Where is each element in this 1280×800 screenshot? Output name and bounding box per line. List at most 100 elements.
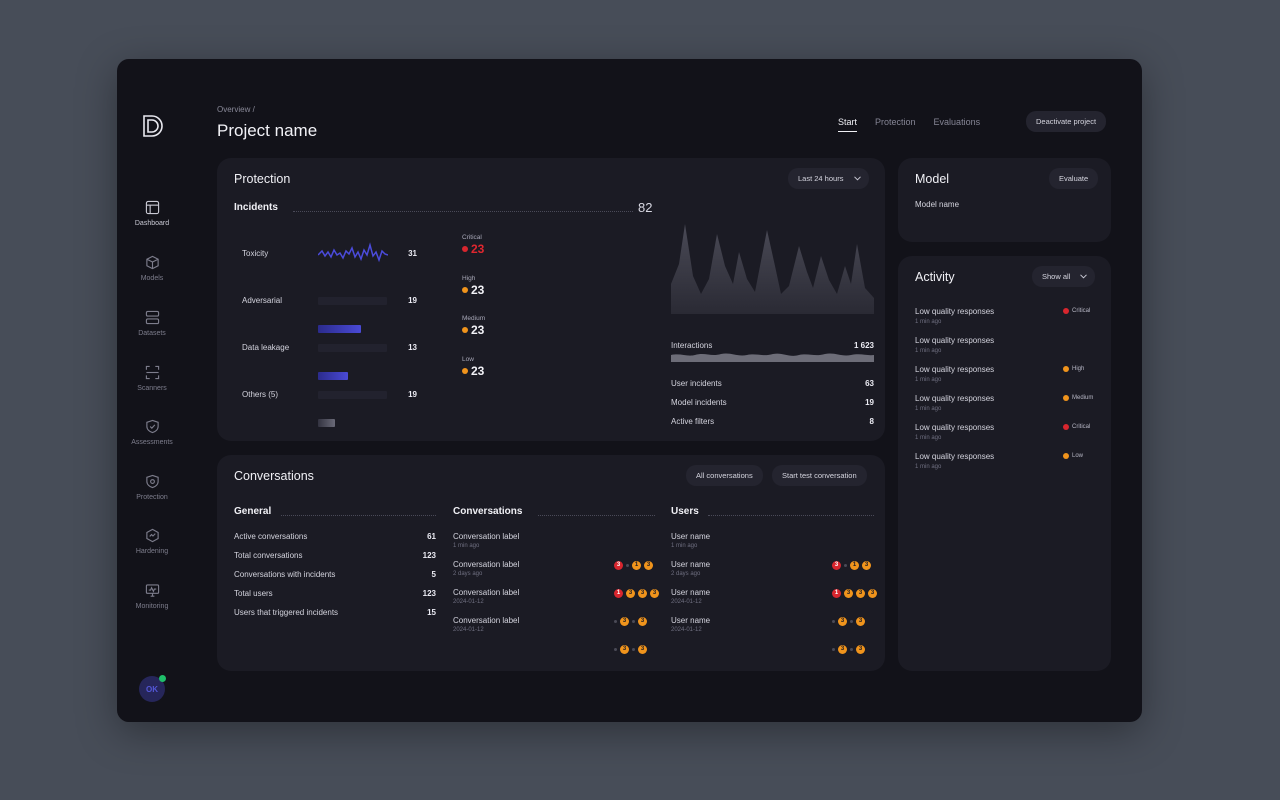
incident-count-badge: 3 [838,645,847,654]
conversation-label[interactable]: Conversation label [453,588,519,597]
severity-dot [1063,424,1069,430]
item-time: 2 days ago [453,571,483,577]
sidebar-item-monitoring[interactable]: Monitoring [117,583,187,610]
sidebar-item-protection[interactable]: Protection [117,474,187,501]
general-stat-row: Total conversations 123 [234,551,436,560]
activity-item-title[interactable]: Low quality responses [915,452,994,461]
incident-count-badge: 3 [626,589,635,598]
incident-badges: 313 [832,561,871,570]
interactions-label: Interactions [671,341,713,350]
user-name[interactable]: User name [671,616,710,625]
conversation-label[interactable]: Conversation label [453,560,519,569]
sidebar-item-scanners[interactable]: Scanners [117,365,187,392]
severity-text: Medium [1072,395,1094,401]
incident-count-badge: 1 [832,589,841,598]
all-conversations-button[interactable]: All conversations [686,465,763,486]
activity-item-time: 1 min ago [915,464,942,470]
severity-text: Critical [1072,308,1091,314]
incident-badges: 33 [832,617,865,626]
breadcrumb[interactable]: Overview / [217,105,255,114]
stat-row: Model incidents 19 [671,398,874,407]
activity-filter-select[interactable]: Show all [1032,266,1096,287]
sidebar-item-label: Hardening [135,548,169,555]
severity-text: High [1072,366,1085,372]
data-leakage-bar-fill [318,372,348,380]
activity-severity-badge: Critical [1063,308,1090,314]
conversation-label[interactable]: Conversation label [453,616,519,625]
severity-label-critical: Critical [462,234,482,241]
avatar-initials: OK [146,684,158,694]
incident-badges: 1333 [614,589,659,598]
severity-value-high: 23 [471,283,485,297]
incident-count-badge: 1 [632,561,641,570]
sidebar-item-hardening[interactable]: Hardening [117,528,187,555]
activity-item-title[interactable]: Low quality responses [915,336,994,345]
model-title: Model [915,172,950,186]
severity-dot [1063,453,1069,459]
sidebar-item-dashboard[interactable]: Dashboard [117,200,187,227]
category-value-toxicity: 31 [408,249,417,258]
activity-severity-badge: Critical [1063,424,1090,430]
activity-item-time: 1 min ago [915,435,942,441]
tab-evaluations[interactable]: Evaluations [934,117,981,132]
activity-item-title[interactable]: Low quality responses [915,394,994,403]
start-test-conversation-button[interactable]: Start test conversation [772,465,867,486]
others-bar-track [318,391,387,399]
scan-icon [145,365,159,380]
protection-card: Protection Last 24 hours Incidents 82 To… [217,158,885,441]
hexagon-icon [145,528,159,543]
high-dot [462,287,468,293]
general-stat-value: 5 [431,570,436,579]
stat-label: Model incidents [671,398,727,407]
low-dot [462,368,468,374]
item-time: 2 days ago [671,571,701,577]
monitor-icon [145,584,159,597]
protection-title: Protection [234,172,291,186]
incident-badges: 1333 [832,589,877,598]
sidebar-item-models[interactable]: Models [117,255,187,282]
conversation-label[interactable]: Conversation label [453,532,519,541]
stat-value: 8 [869,417,874,426]
activity-item-title[interactable]: Low quality responses [915,365,994,374]
app-window: Dashboard Models Datasets Scanners Asses… [117,59,1142,722]
item-time: 2024-01-12 [453,627,484,633]
stat-value: 63 [865,379,874,388]
severity-text: Critical [1072,424,1091,430]
severity-critical: 23 [462,242,484,256]
sidebar-item-label: Scanners [137,385,167,392]
severity-value-low: 23 [471,364,485,378]
category-label-toxicity: Toxicity [242,249,269,258]
activity-item-time: 1 min ago [915,319,942,325]
divider [538,515,655,516]
incident-count-badge: 3 [856,617,865,626]
sidebar-item-label: Datasets [138,330,166,337]
activity-item-title[interactable]: Low quality responses [915,423,994,432]
activity-item-title[interactable]: Low quality responses [915,307,994,316]
avatar[interactable]: OK [139,675,166,702]
toxicity-sparkline [318,242,388,263]
stat-label: Active filters [671,417,715,426]
user-name[interactable]: User name [671,588,710,597]
sidebar-item-datasets[interactable]: Datasets [117,310,187,337]
general-stat-row: Active conversations 61 [234,532,436,541]
sidebar: Dashboard Models Datasets Scanners Asses… [117,59,187,722]
user-name[interactable]: User name [671,560,710,569]
user-name[interactable]: User name [671,532,710,541]
badge-separator [832,620,835,623]
sidebar-item-assessments[interactable]: Assessments [117,419,187,446]
tab-start[interactable]: Start [838,117,858,132]
stat-row: User incidents 63 [671,379,874,388]
time-range-select[interactable]: Last 24 hours [788,168,869,189]
severity-label-medium: Medium [462,315,486,322]
incident-badges: 33 [832,645,865,654]
deactivate-project-button[interactable]: Deactivate project [1026,111,1107,132]
stat-label: User incidents [671,379,722,388]
incident-count-badge: 3 [868,589,877,598]
online-status-dot [159,675,166,682]
incident-badges: 33 [614,645,647,654]
severity-text: Low [1072,453,1084,459]
evaluate-button[interactable]: Evaluate [1049,168,1099,189]
cube-icon [145,255,159,270]
tab-protection[interactable]: Protection [875,117,916,132]
general-stat-row: Conversations with incidents 5 [234,570,436,579]
